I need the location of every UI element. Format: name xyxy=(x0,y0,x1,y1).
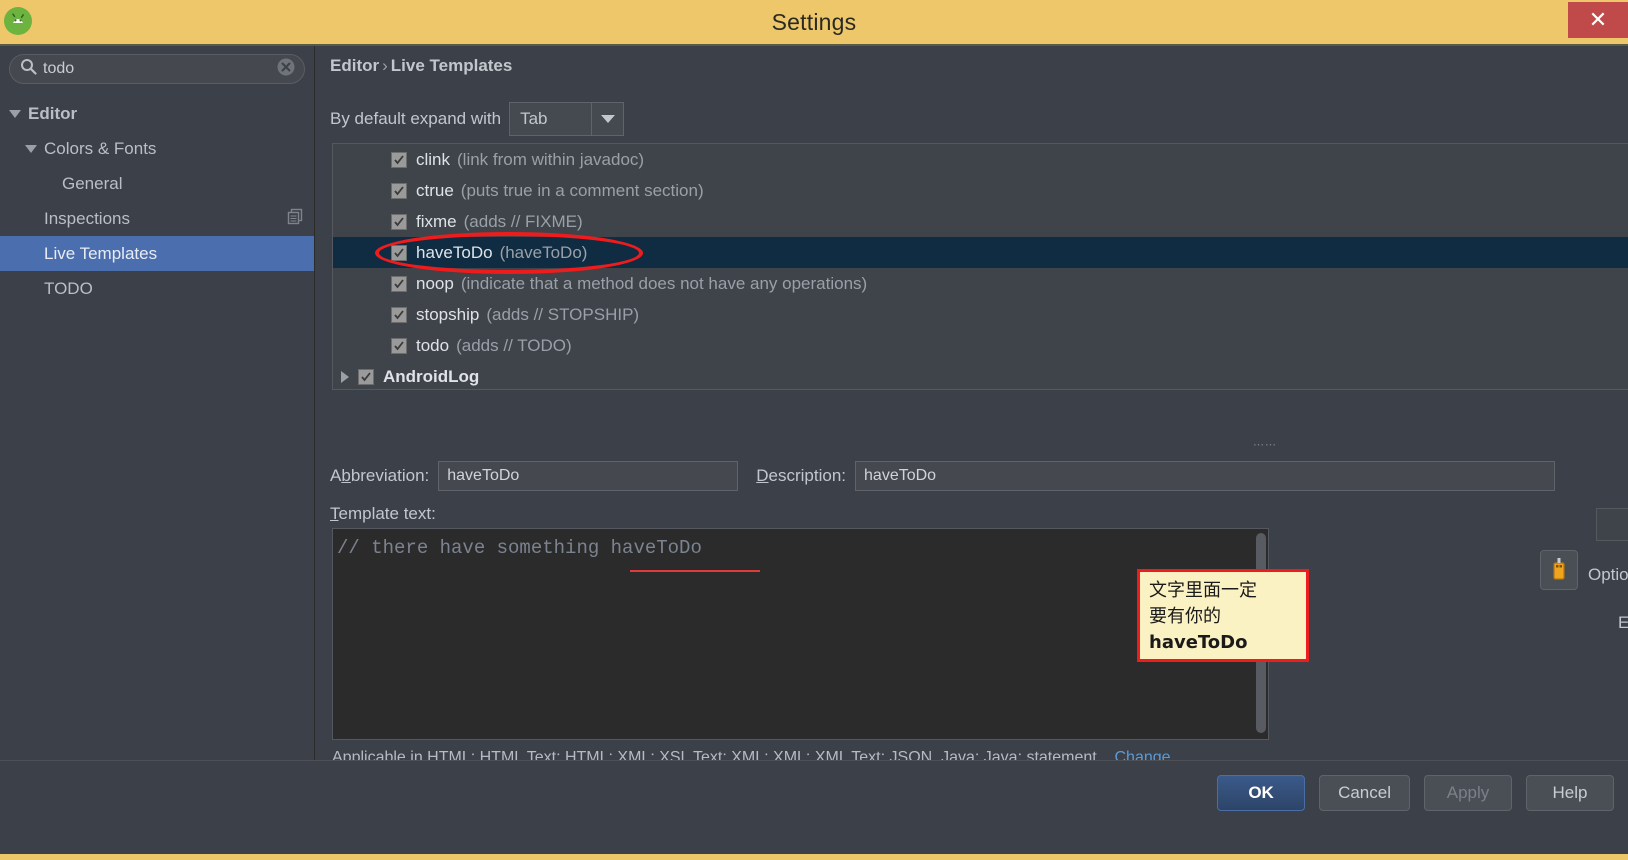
sidebar-item-label: Inspections xyxy=(44,208,130,228)
template-fields-row: Abbreviation: Description: xyxy=(330,461,1628,491)
sidebar-item-colors-and-fonts[interactable]: Colors & Fonts xyxy=(0,131,314,166)
breadcrumb-root[interactable]: Editor xyxy=(330,56,379,75)
template-checkbox[interactable] xyxy=(391,306,407,323)
splitter-handle[interactable]: ⋯⋯ xyxy=(1253,438,1277,451)
template-name: ctrue xyxy=(416,180,454,200)
description-input[interactable] xyxy=(855,461,1556,491)
chevron-down-icon[interactable] xyxy=(24,142,38,156)
settings-sidebar: Editor Colors & Fonts General Inspection… xyxy=(0,46,315,760)
chevron-down-icon[interactable] xyxy=(8,107,22,121)
window-bottom-strip xyxy=(0,854,1628,860)
template-row-havetodo[interactable]: haveToDo (haveToDo) xyxy=(333,237,1628,268)
template-checkbox[interactable] xyxy=(391,244,407,261)
expand-with-label: Expand with xyxy=(1618,613,1628,632)
chevron-right-icon[interactable] xyxy=(341,370,349,383)
clear-search-icon[interactable] xyxy=(276,57,296,82)
sidebar-item-label: General xyxy=(62,173,123,193)
default-expand-select[interactable]: Tab xyxy=(509,102,625,136)
settings-content: Editor › Live Templates By default expand … xyxy=(315,46,1628,766)
template-list[interactable]: clink (link from within javadoc) ctrue (… xyxy=(332,143,1628,390)
default-expand-row: By default expand with Tab xyxy=(330,102,625,136)
sidebar-item-label: Colors & Fonts xyxy=(44,138,157,158)
template-name: clink xyxy=(416,149,451,169)
template-name: fixme xyxy=(416,211,457,231)
copy-icon[interactable] xyxy=(287,208,304,230)
footer-button-row: OK Cancel Apply Help xyxy=(1217,775,1614,811)
template-checkbox[interactable] xyxy=(391,213,407,230)
search-icon xyxy=(20,58,37,80)
template-group-name: AndroidLog xyxy=(383,366,480,386)
template-checkbox[interactable] xyxy=(391,182,407,199)
annotation-note: 文字里面一定 要有你的 haveToDo xyxy=(1137,569,1309,662)
abbreviation-label: Abbreviation: xyxy=(330,466,430,485)
chevron-down-icon[interactable] xyxy=(591,103,623,135)
dialog-footer: OK Cancel Apply Help xyxy=(0,760,1628,854)
template-description: (adds // STOPSHIP) xyxy=(486,304,640,324)
search-input[interactable] xyxy=(43,60,276,78)
template-group-checkbox[interactable] xyxy=(358,368,374,385)
sidebar-item-label: Editor xyxy=(28,103,78,123)
template-description: (indicate that a method does not have an… xyxy=(460,273,868,293)
template-description: (puts true in a comment section) xyxy=(460,180,704,200)
sidebar-item-live-templates[interactable]: Live Templates xyxy=(0,236,314,271)
expand-with-row: Expand with Default (Tab) xyxy=(1618,608,1628,638)
template-name: todo xyxy=(416,335,450,355)
default-expand-label: By default expand with xyxy=(330,109,502,128)
annotation-underline xyxy=(630,570,760,572)
sidebar-item-label: TODO xyxy=(44,278,93,298)
template-options-pane: Edit variables Options Expand with Defau… xyxy=(1588,508,1628,760)
android-studio-icon xyxy=(4,7,32,35)
breadcrumb-separator: › xyxy=(382,56,388,75)
edit-variables-button[interactable]: Edit variables xyxy=(1596,508,1628,541)
ok-button[interactable]: OK xyxy=(1217,775,1306,811)
help-button[interactable]: Help xyxy=(1526,775,1614,811)
window-title: Settings xyxy=(771,8,857,35)
template-row-todo[interactable]: todo (adds // TODO) xyxy=(333,330,1628,361)
template-description: (link from within javadoc) xyxy=(457,149,645,169)
description-label: Description: xyxy=(756,466,847,485)
template-row-fixme[interactable]: fixme (adds // FIXME) xyxy=(333,206,1628,237)
sidebar-item-label: Live Templates xyxy=(44,243,158,263)
close-window-button[interactable]: ✕ xyxy=(1568,2,1628,38)
template-group-androidlog[interactable]: AndroidLog xyxy=(333,361,1628,389)
template-description: (adds // TODO) xyxy=(456,335,572,355)
settings-dialog: Settings ✕ todo Editor Colors & Fonts Ge… xyxy=(0,0,1628,860)
sidebar-item-editor[interactable]: Editor xyxy=(0,96,314,131)
breadcrumb: Editor › Live Templates xyxy=(330,56,512,76)
sidebar-item-todo[interactable]: TODO xyxy=(0,271,314,306)
template-checkbox[interactable] xyxy=(391,151,407,168)
dialog-body: Editor Colors & Fonts General Inspection… xyxy=(0,46,1628,766)
template-name: noop xyxy=(416,273,454,293)
options-group-title: Options xyxy=(1588,565,1628,585)
template-row-stopship[interactable]: stopship (adds // STOPSHIP) xyxy=(333,299,1628,330)
settings-tree: Editor Colors & Fonts General Inspection… xyxy=(0,96,314,306)
annotation-line-3: haveToDo xyxy=(1149,632,1248,653)
template-text-label: Template text: xyxy=(330,504,436,523)
usb-device-icon[interactable] xyxy=(1540,550,1578,590)
template-checkbox[interactable] xyxy=(391,275,407,292)
abbreviation-input[interactable] xyxy=(438,461,739,491)
template-checkbox[interactable] xyxy=(391,337,407,354)
template-row-ctrue[interactable]: ctrue (puts true in a comment section) xyxy=(333,175,1628,206)
sidebar-item-general[interactable]: General xyxy=(0,166,314,201)
template-description: (adds // FIXME) xyxy=(463,211,583,231)
template-name: haveToDo xyxy=(416,242,493,262)
template-description: (haveToDo) xyxy=(499,242,588,262)
annotation-line-1: 文字里面一定 xyxy=(1149,580,1257,601)
breadcrumb-leaf: Live Templates xyxy=(390,56,513,75)
template-name: stopship xyxy=(416,304,480,324)
template-row-noop[interactable]: noop (indicate that a method does not ha… xyxy=(333,268,1628,299)
search-box[interactable] xyxy=(9,54,305,84)
annotation-line-2: 要有你的 xyxy=(1149,606,1221,627)
template-text-code: // there have something haveToDo xyxy=(337,537,702,559)
title-bar: Settings ✕ xyxy=(0,0,1628,46)
cancel-button[interactable]: Cancel xyxy=(1319,775,1410,811)
default-expand-value: Tab xyxy=(520,109,548,128)
description-group: Description: xyxy=(756,461,1556,491)
apply-button[interactable]: Apply xyxy=(1424,775,1512,811)
template-row-clink[interactable]: clink (link from within javadoc) xyxy=(333,144,1628,175)
template-text-editor[interactable]: // there have something haveToDo xyxy=(332,528,1269,740)
sidebar-item-inspections[interactable]: Inspections xyxy=(0,201,314,236)
